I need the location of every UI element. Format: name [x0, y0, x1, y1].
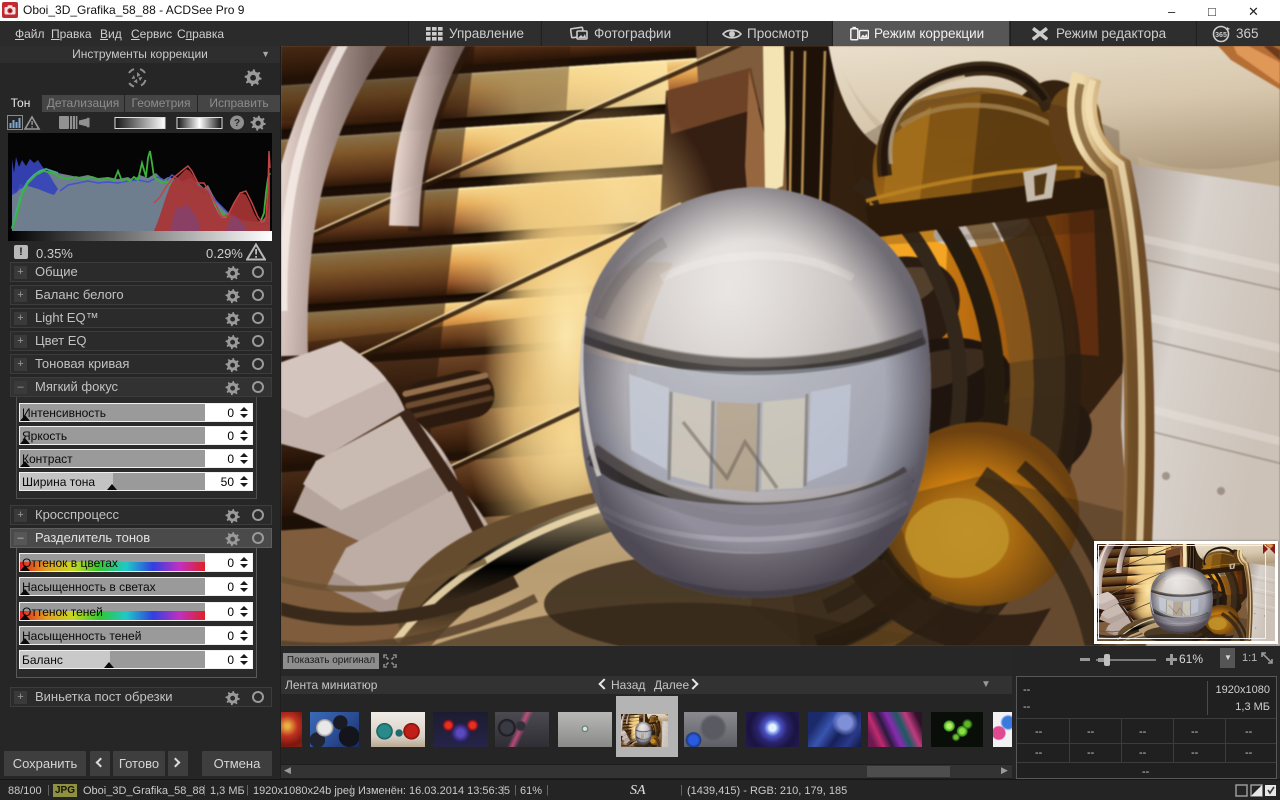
svg-text:?: ? [234, 118, 240, 129]
svg-text:365: 365 [1215, 32, 1227, 39]
